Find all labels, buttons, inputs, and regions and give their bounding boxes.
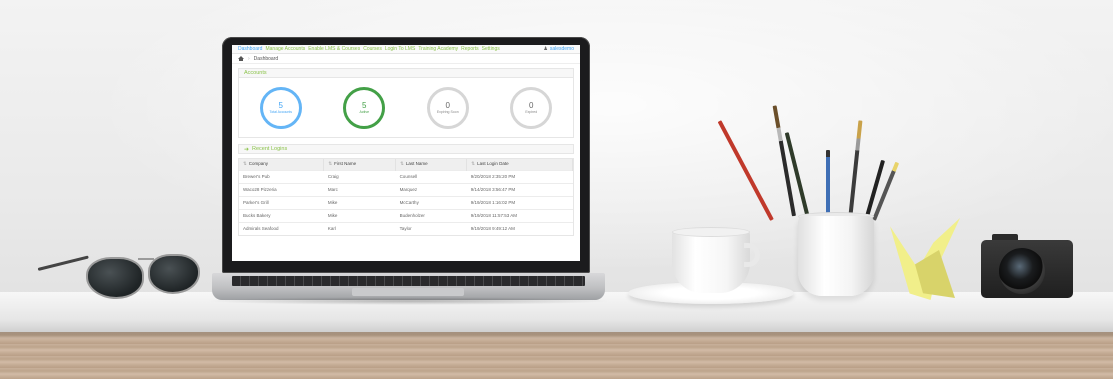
table-row[interactable]: Brewer's Pub Craig Counsell 9/20/2018 2:… (239, 169, 573, 183)
cell-last-login: 9/19/2018 9:49:12 AM (466, 221, 573, 235)
recent-logins-header: ➜ Recent Logins (238, 144, 574, 154)
nav-settings[interactable]: Settings (482, 46, 500, 52)
laptop-keyboard (232, 276, 585, 286)
stat-expiring-soon[interactable]: 0 Expiring Soon (426, 86, 469, 129)
cell-company: Parker's Grill (239, 195, 324, 209)
cell-last-name: Marquez (395, 182, 467, 196)
cell-last-login: 9/20/2018 2:35:20 PM (466, 169, 573, 183)
nav-manage-accounts[interactable]: Manage Accounts (265, 46, 305, 52)
cell-last-name: Budenholzer (395, 208, 467, 222)
stat-expiring-soon-label: Expiring Soon (436, 109, 459, 114)
table-row[interactable]: Waco28 Pizzeria Marc Marquez 9/14/2018 3… (239, 182, 573, 196)
cell-first-name: Mike (323, 195, 396, 209)
stat-active-value: 5 (362, 100, 367, 110)
nav-reports[interactable]: Reports (461, 46, 479, 52)
stat-active[interactable]: 5 Active (343, 86, 386, 129)
sort-icon: ⇅ (243, 161, 247, 167)
sort-icon: ⇅ (400, 161, 404, 167)
table-row[interactable]: Admirals Seafood Karl Taylor 9/19/2018 9… (239, 221, 573, 235)
column-header-first-name[interactable]: ⇅ First Name (323, 159, 397, 170)
cell-first-name: Marc (323, 182, 396, 196)
cell-first-name: Karl (323, 221, 396, 235)
recent-logins-title: Recent Logins (252, 146, 288, 152)
cell-company: Waco28 Pizzeria (239, 182, 324, 196)
sign-in-icon: ➜ (244, 146, 250, 153)
stat-total-accounts[interactable]: 5 Total Accounts (259, 86, 302, 129)
recent-logins-table: ⇅ Company ⇅ First Name ⇅ Last Name ⇅ Last Lo… (238, 158, 574, 236)
cell-last-login: 9/19/2018 1:16:02 PM (466, 195, 573, 209)
column-header-company[interactable]: ⇅ Company (239, 159, 325, 170)
cell-company: Brewer's Pub (239, 169, 324, 183)
column-header-last-login-date[interactable]: ⇅ Last Login Date (466, 159, 573, 170)
cell-last-login: 9/14/2018 3:56:47 PM (466, 182, 573, 196)
cell-company: Bucks Bakery (239, 208, 324, 222)
nav-enable-lms-courses[interactable]: Enable LMS & Courses (308, 46, 360, 52)
cell-last-name: Counsell (395, 169, 467, 183)
pencil-cup (798, 216, 874, 296)
cell-company: Admirals Seafood (239, 221, 324, 235)
breadcrumb: › Dashboard (232, 54, 580, 64)
nav-dashboard[interactable]: Dashboard (238, 46, 262, 52)
stat-expired-value: 0 (529, 100, 534, 110)
user-icon: ♟ (543, 46, 548, 52)
accounts-panel-title: Accounts (244, 70, 267, 76)
stat-active-label: Active (359, 109, 370, 114)
user-menu[interactable]: ♟ salesdemo (543, 46, 574, 52)
coffee-cup (672, 231, 750, 293)
sort-icon: ⇅ (328, 161, 333, 167)
column-header-last-name[interactable]: ⇅ Last Name (395, 159, 468, 170)
nav-login-to-lms[interactable]: Login To LMS (385, 46, 415, 52)
cell-first-name: Mike (323, 208, 396, 222)
stat-expiring-soon-value: 0 (445, 100, 450, 110)
breadcrumb-separator: › (248, 55, 250, 62)
cell-last-name: McCarthy (395, 195, 467, 209)
stat-expired[interactable]: 0 Expired (510, 86, 553, 129)
stat-total-accounts-value: 5 (278, 100, 283, 110)
accounts-panel-header: Accounts (238, 68, 574, 78)
sort-icon: ⇅ (471, 161, 476, 167)
breadcrumb-current: Dashboard (253, 55, 279, 62)
camera-lens (999, 248, 1045, 294)
cell-first-name: Craig (323, 169, 396, 183)
cell-last-name: Taylor (395, 221, 467, 235)
nav-courses[interactable]: Courses (363, 46, 382, 52)
table-row[interactable]: Bucks Bakery Mike Budenholzer 9/19/2018 … (239, 208, 573, 222)
coffee-cup-rim (672, 227, 750, 237)
laptop-screen: Dashboard Manage Accounts Enable LMS & C… (232, 45, 580, 261)
accounts-stats: 5 Total Accounts 5 Active 0 Expiring Soo… (238, 78, 574, 138)
sunglasses-bridge (138, 258, 154, 260)
table-header-row: ⇅ Company ⇅ First Name ⇅ Last Name ⇅ Last Lo… (239, 159, 573, 170)
laptop-trackpad (352, 288, 464, 296)
home-icon[interactable] (238, 56, 244, 61)
table-row[interactable]: Parker's Grill Mike McCarthy 9/19/2018 1… (239, 195, 573, 209)
stat-expired-label: Expired (525, 109, 538, 114)
nav-training-academy[interactable]: Training Academy (418, 46, 458, 52)
blue-pencil (826, 150, 830, 220)
user-name: salesdemo (549, 46, 574, 52)
sunglasses-left-lens (86, 257, 144, 299)
stat-total-accounts-label: Total Accounts (269, 109, 293, 114)
top-navigation: Dashboard Manage Accounts Enable LMS & C… (232, 45, 580, 54)
cell-last-login: 9/19/2018 11:57:53 AM (466, 208, 573, 222)
